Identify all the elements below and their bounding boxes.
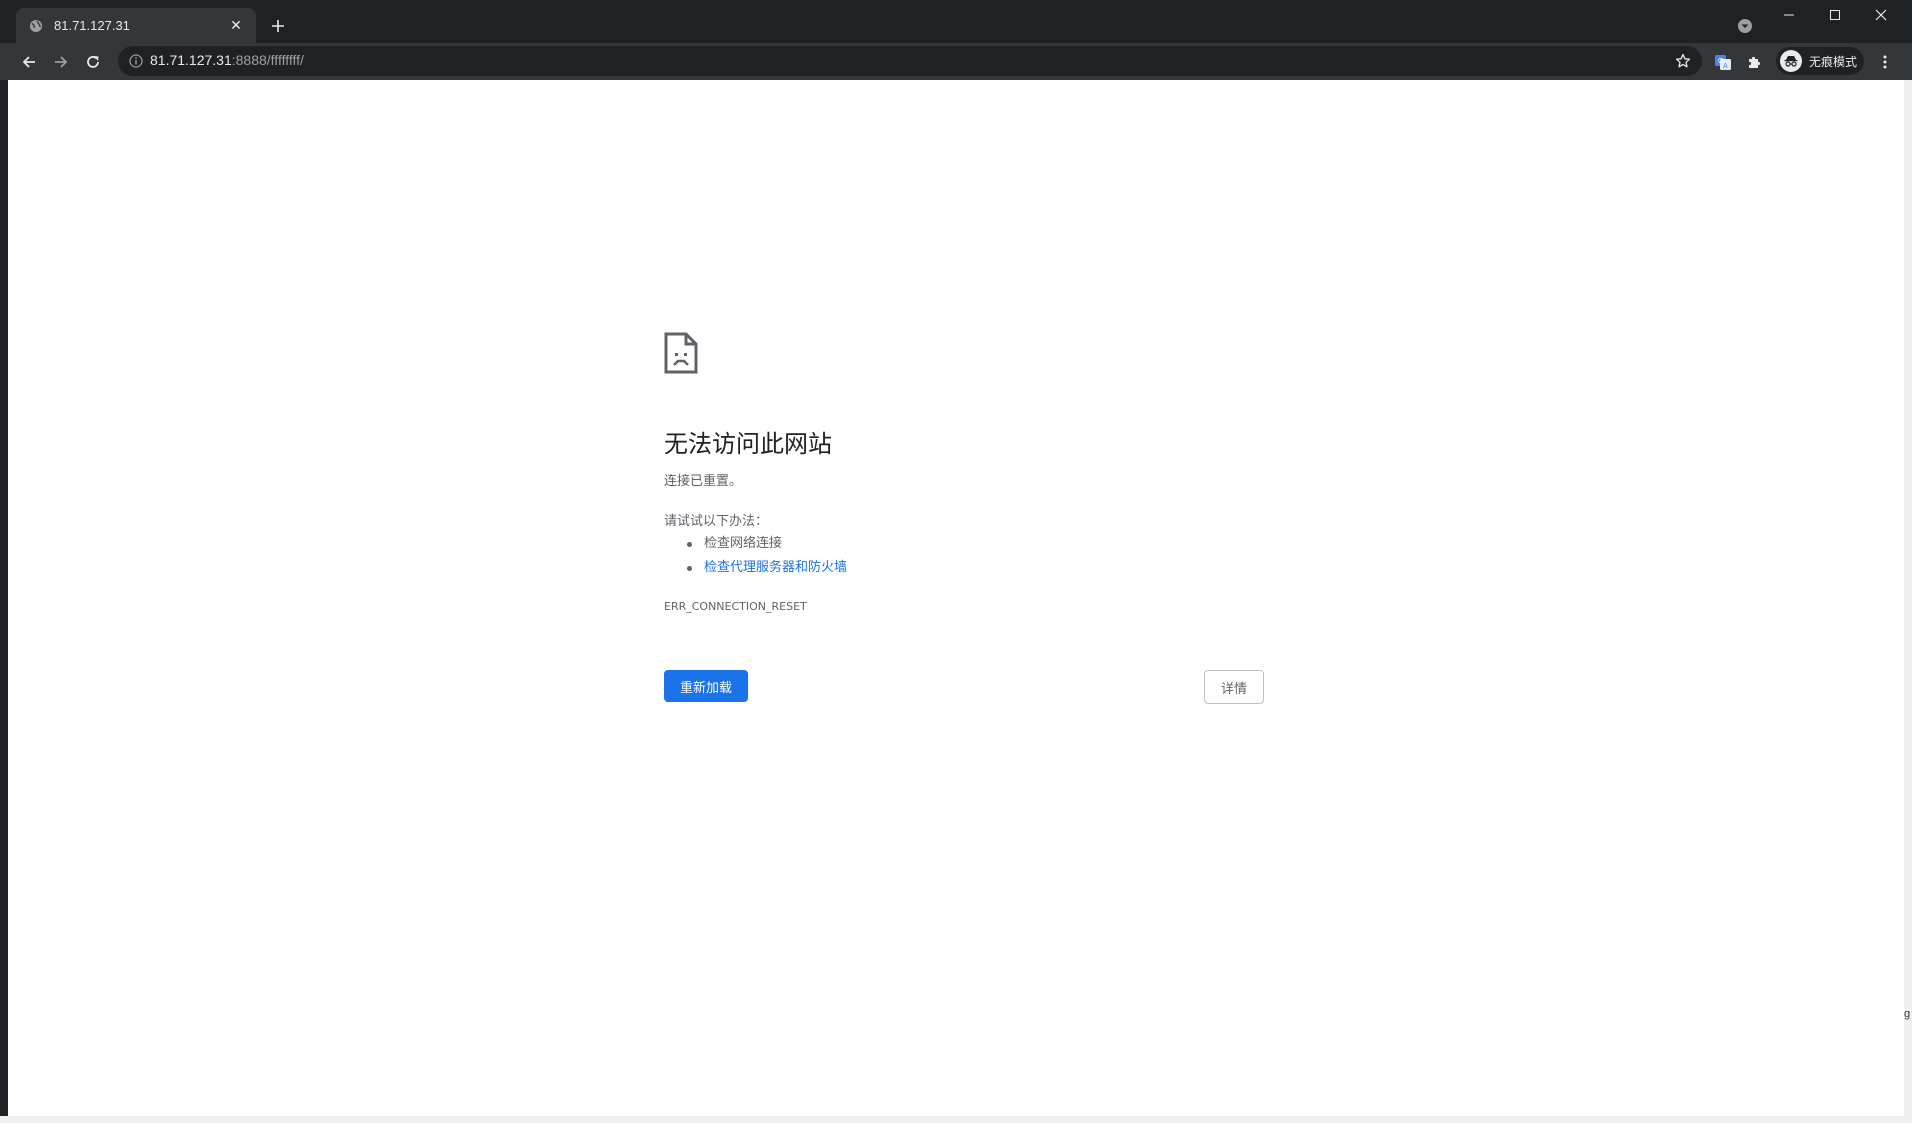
star-icon[interactable] (1674, 52, 1692, 70)
tab-close-icon[interactable]: ✕ (226, 16, 246, 36)
address-host: 81.71.127.31 (150, 52, 232, 68)
error-description: 连接已重置。 (664, 474, 743, 489)
suggestion-check-proxy[interactable]: 检查代理服务器和防火墙 (664, 558, 847, 582)
page-viewport: 无法访问此网站 连接已重置。 请试试以下办法： 检查网络连接 检查代理服务器和防… (8, 80, 1904, 1116)
chevron-down-icon (1738, 19, 1752, 33)
suggestions-title: 请试试以下办法： (664, 514, 769, 529)
globe-icon (28, 18, 44, 34)
close-icon (1875, 9, 1887, 21)
maximize-icon (1830, 10, 1840, 20)
arrow-right-icon (55, 56, 68, 68)
bullet-icon (687, 542, 692, 547)
incognito-icon (1780, 50, 1802, 72)
suggestion-link[interactable]: 检查代理服务器和防火墙 (704, 560, 847, 575)
tab-title: 81.71.127.31 (54, 18, 130, 33)
reload-toolbar-button[interactable] (78, 47, 108, 77)
tab-active[interactable]: 81.71.127.31 ✕ (16, 8, 256, 43)
forward-button[interactable] (46, 47, 76, 77)
page-title: 无法访问此网站 (664, 430, 832, 458)
edge-text: g (1904, 1008, 1911, 1020)
tab-search-button[interactable] (1734, 15, 1756, 37)
minimize-button[interactable] (1766, 0, 1812, 30)
new-tab-button[interactable] (266, 14, 290, 38)
maximize-button[interactable] (1812, 0, 1858, 30)
error-code: ERR_CONNECTION_RESET (664, 600, 807, 613)
browser-window: 81.71.127.31 ✕ 81.71.127.31:8888/fffffff… (0, 0, 1912, 1123)
suggestions-list: 检查网络连接 检查代理服务器和防火墙 (664, 534, 847, 582)
back-button[interactable] (14, 47, 44, 77)
close-window-button[interactable] (1858, 0, 1904, 30)
details-button[interactable]: 详情 (1204, 670, 1264, 704)
more-vert-icon (1883, 55, 1887, 69)
incognito-profile-button[interactable]: 无痕模式 (1776, 47, 1864, 75)
arrow-left-icon (22, 56, 35, 68)
address-path: :8888/ffffffff/ (231, 52, 304, 68)
extensions-button[interactable] (1740, 47, 1770, 77)
plus-icon (272, 20, 284, 32)
translate-icon: G A (1715, 55, 1731, 70)
bottom-strip (0, 1116, 1912, 1123)
right-gutter (1904, 80, 1912, 1123)
bullet-icon (687, 566, 692, 571)
puzzle-icon (1749, 56, 1761, 68)
suggestion-check-network: 检查网络连接 (664, 534, 847, 558)
reload-button[interactable]: 重新加载 (664, 670, 748, 702)
svg-text:A: A (1723, 63, 1728, 70)
translate-extension-button[interactable]: G A (1708, 47, 1738, 77)
minimize-icon (1784, 14, 1794, 16)
sad-document-icon (664, 332, 698, 378)
suggestion-text: 检查网络连接 (704, 536, 783, 551)
menu-button[interactable] (1870, 47, 1900, 77)
tab-strip: 81.71.127.31 ✕ (0, 0, 1912, 43)
browser-toolbar: 81.71.127.31:8888/ffffffff/ G A 无痕模式 (0, 43, 1912, 80)
incognito-label: 无痕模式 (1809, 54, 1858, 69)
info-icon[interactable] (128, 53, 144, 69)
refresh-icon (87, 56, 99, 68)
address-text[interactable]: 81.71.127.31:8888/ffffffff/ (150, 52, 304, 68)
address-bar[interactable]: 81.71.127.31:8888/ffffffff/ (118, 46, 1702, 76)
